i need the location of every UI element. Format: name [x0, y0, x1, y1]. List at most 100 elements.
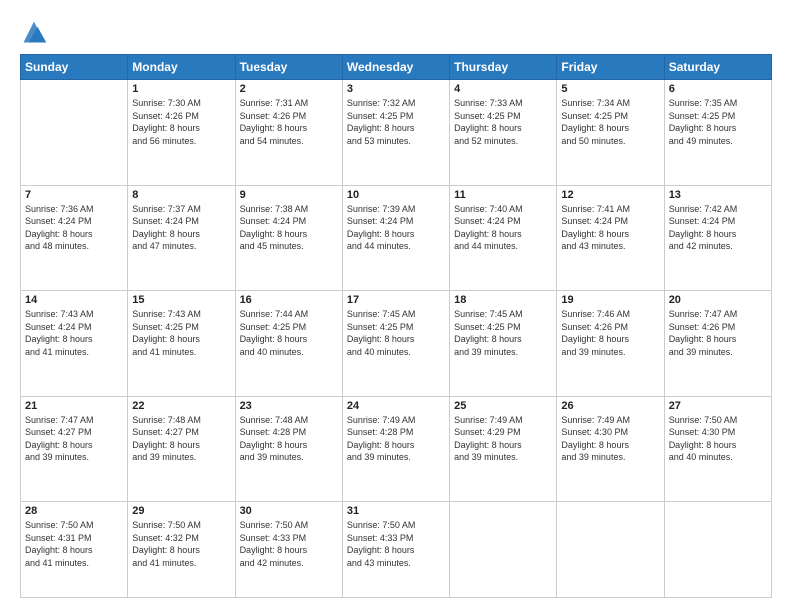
cell-info: Sunrise: 7:43 AM Sunset: 4:24 PM Dayligh… — [25, 308, 123, 358]
day-number: 14 — [25, 294, 123, 306]
day-number: 5 — [561, 83, 659, 95]
day-number: 25 — [454, 400, 552, 412]
calendar-cell: 15 Sunrise: 7:43 AM Sunset: 4:25 PM Dayli… — [128, 291, 235, 397]
weekday-header-saturday: Saturday — [664, 55, 771, 80]
weekday-header-sunday: Sunday — [21, 55, 128, 80]
day-number: 18 — [454, 294, 552, 306]
cell-info: Sunrise: 7:30 AM Sunset: 4:26 PM Dayligh… — [132, 97, 230, 147]
calendar-cell: 22 Sunrise: 7:48 AM Sunset: 4:27 PM Dayli… — [128, 396, 235, 502]
header — [20, 18, 772, 46]
calendar-cell: 20 Sunrise: 7:47 AM Sunset: 4:26 PM Dayli… — [664, 291, 771, 397]
day-number: 7 — [25, 189, 123, 201]
cell-info: Sunrise: 7:35 AM Sunset: 4:25 PM Dayligh… — [669, 97, 767, 147]
cell-info: Sunrise: 7:40 AM Sunset: 4:24 PM Dayligh… — [454, 203, 552, 253]
day-number: 31 — [347, 505, 445, 517]
day-number: 28 — [25, 505, 123, 517]
day-number: 1 — [132, 83, 230, 95]
cell-info: Sunrise: 7:47 AM Sunset: 4:27 PM Dayligh… — [25, 414, 123, 464]
calendar-cell: 31 Sunrise: 7:50 AM Sunset: 4:33 PM Dayli… — [342, 502, 449, 598]
cell-info: Sunrise: 7:50 AM Sunset: 4:33 PM Dayligh… — [240, 519, 338, 569]
calendar-cell: 7 Sunrise: 7:36 AM Sunset: 4:24 PM Daylig… — [21, 185, 128, 291]
calendar-cell: 1 Sunrise: 7:30 AM Sunset: 4:26 PM Daylig… — [128, 80, 235, 186]
calendar-cell: 28Sunrise: 7:50 AM Sunset: 4:31 PM Dayli… — [21, 502, 128, 598]
cell-info: Sunrise: 7:46 AM Sunset: 4:26 PM Dayligh… — [561, 308, 659, 358]
cell-info: Sunrise: 7:41 AM Sunset: 4:24 PM Dayligh… — [561, 203, 659, 253]
calendar-cell — [557, 502, 664, 598]
day-number: 8 — [132, 189, 230, 201]
day-number: 20 — [669, 294, 767, 306]
weekday-header-wednesday: Wednesday — [342, 55, 449, 80]
cell-info: Sunrise: 7:48 AM Sunset: 4:27 PM Dayligh… — [132, 414, 230, 464]
cell-info: Sunrise: 7:45 AM Sunset: 4:25 PM Dayligh… — [454, 308, 552, 358]
day-number: 23 — [240, 400, 338, 412]
day-number: 16 — [240, 294, 338, 306]
cell-info: Sunrise: 7:45 AM Sunset: 4:25 PM Dayligh… — [347, 308, 445, 358]
page: SundayMondayTuesdayWednesdayThursdayFrid… — [0, 0, 792, 612]
calendar-cell: 24Sunrise: 7:49 AM Sunset: 4:28 PM Dayli… — [342, 396, 449, 502]
day-number: 17 — [347, 294, 445, 306]
cell-info: Sunrise: 7:50 AM Sunset: 4:32 PM Dayligh… — [132, 519, 230, 569]
weekday-header-monday: Monday — [128, 55, 235, 80]
day-number: 24 — [347, 400, 445, 412]
cell-info: Sunrise: 7:47 AM Sunset: 4:26 PM Dayligh… — [669, 308, 767, 358]
calendar-table: SundayMondayTuesdayWednesdayThursdayFrid… — [20, 54, 772, 598]
cell-info: Sunrise: 7:43 AM Sunset: 4:25 PM Dayligh… — [132, 308, 230, 358]
calendar-cell: 21Sunrise: 7:47 AM Sunset: 4:27 PM Dayli… — [21, 396, 128, 502]
calendar-cell: 2 Sunrise: 7:31 AM Sunset: 4:26 PM Daylig… — [235, 80, 342, 186]
calendar-week-row: 14 Sunrise: 7:43 AM Sunset: 4:24 PM Dayli… — [21, 291, 772, 397]
calendar-cell: 16Sunrise: 7:44 AM Sunset: 4:25 PM Dayli… — [235, 291, 342, 397]
day-number: 2 — [240, 83, 338, 95]
day-number: 19 — [561, 294, 659, 306]
day-number: 29 — [132, 505, 230, 517]
weekday-header-tuesday: Tuesday — [235, 55, 342, 80]
cell-info: Sunrise: 7:49 AM Sunset: 4:30 PM Dayligh… — [561, 414, 659, 464]
day-number: 22 — [132, 400, 230, 412]
calendar-cell: 25 Sunrise: 7:49 AM Sunset: 4:29 PM Dayli… — [450, 396, 557, 502]
day-number: 26 — [561, 400, 659, 412]
calendar-cell: 29 Sunrise: 7:50 AM Sunset: 4:32 PM Dayli… — [128, 502, 235, 598]
calendar-week-row: 28Sunrise: 7:50 AM Sunset: 4:31 PM Dayli… — [21, 502, 772, 598]
day-number: 6 — [669, 83, 767, 95]
calendar-cell: 27Sunrise: 7:50 AM Sunset: 4:30 PM Dayli… — [664, 396, 771, 502]
calendar-cell: 18 Sunrise: 7:45 AM Sunset: 4:25 PM Dayli… — [450, 291, 557, 397]
logo-icon — [20, 18, 48, 46]
calendar-week-row: 21Sunrise: 7:47 AM Sunset: 4:27 PM Dayli… — [21, 396, 772, 502]
day-number: 13 — [669, 189, 767, 201]
calendar-cell: 6 Sunrise: 7:35 AM Sunset: 4:25 PM Daylig… — [664, 80, 771, 186]
day-number: 10 — [347, 189, 445, 201]
day-number: 11 — [454, 189, 552, 201]
calendar-cell: 13 Sunrise: 7:42 AM Sunset: 4:24 PM Dayli… — [664, 185, 771, 291]
weekday-header-row: SundayMondayTuesdayWednesdayThursdayFrid… — [21, 55, 772, 80]
cell-info: Sunrise: 7:33 AM Sunset: 4:25 PM Dayligh… — [454, 97, 552, 147]
calendar-cell: 26 Sunrise: 7:49 AM Sunset: 4:30 PM Dayli… — [557, 396, 664, 502]
cell-info: Sunrise: 7:50 AM Sunset: 4:33 PM Dayligh… — [347, 519, 445, 569]
calendar-week-row: 7 Sunrise: 7:36 AM Sunset: 4:24 PM Daylig… — [21, 185, 772, 291]
day-number: 9 — [240, 189, 338, 201]
cell-info: Sunrise: 7:50 AM Sunset: 4:30 PM Dayligh… — [669, 414, 767, 464]
calendar-cell: 23 Sunrise: 7:48 AM Sunset: 4:28 PM Dayli… — [235, 396, 342, 502]
day-number: 15 — [132, 294, 230, 306]
day-number: 3 — [347, 83, 445, 95]
calendar-cell — [450, 502, 557, 598]
day-number: 4 — [454, 83, 552, 95]
calendar-cell: 14 Sunrise: 7:43 AM Sunset: 4:24 PM Dayli… — [21, 291, 128, 397]
cell-info: Sunrise: 7:39 AM Sunset: 4:24 PM Dayligh… — [347, 203, 445, 253]
weekday-header-thursday: Thursday — [450, 55, 557, 80]
cell-info: Sunrise: 7:36 AM Sunset: 4:24 PM Dayligh… — [25, 203, 123, 253]
cell-info: Sunrise: 7:34 AM Sunset: 4:25 PM Dayligh… — [561, 97, 659, 147]
calendar-cell: 9Sunrise: 7:38 AM Sunset: 4:24 PM Daylig… — [235, 185, 342, 291]
calendar-cell: 12 Sunrise: 7:41 AM Sunset: 4:24 PM Dayli… — [557, 185, 664, 291]
day-number: 30 — [240, 505, 338, 517]
calendar-cell: 11 Sunrise: 7:40 AM Sunset: 4:24 PM Dayli… — [450, 185, 557, 291]
logo — [20, 18, 52, 46]
cell-info: Sunrise: 7:48 AM Sunset: 4:28 PM Dayligh… — [240, 414, 338, 464]
day-number: 12 — [561, 189, 659, 201]
calendar-cell: 5 Sunrise: 7:34 AM Sunset: 4:25 PM Daylig… — [557, 80, 664, 186]
cell-info: Sunrise: 7:42 AM Sunset: 4:24 PM Dayligh… — [669, 203, 767, 253]
calendar-cell — [664, 502, 771, 598]
calendar-cell: 3 Sunrise: 7:32 AM Sunset: 4:25 PM Daylig… — [342, 80, 449, 186]
cell-info: Sunrise: 7:32 AM Sunset: 4:25 PM Dayligh… — [347, 97, 445, 147]
cell-info: Sunrise: 7:49 AM Sunset: 4:29 PM Dayligh… — [454, 414, 552, 464]
calendar-cell — [21, 80, 128, 186]
cell-info: Sunrise: 7:31 AM Sunset: 4:26 PM Dayligh… — [240, 97, 338, 147]
